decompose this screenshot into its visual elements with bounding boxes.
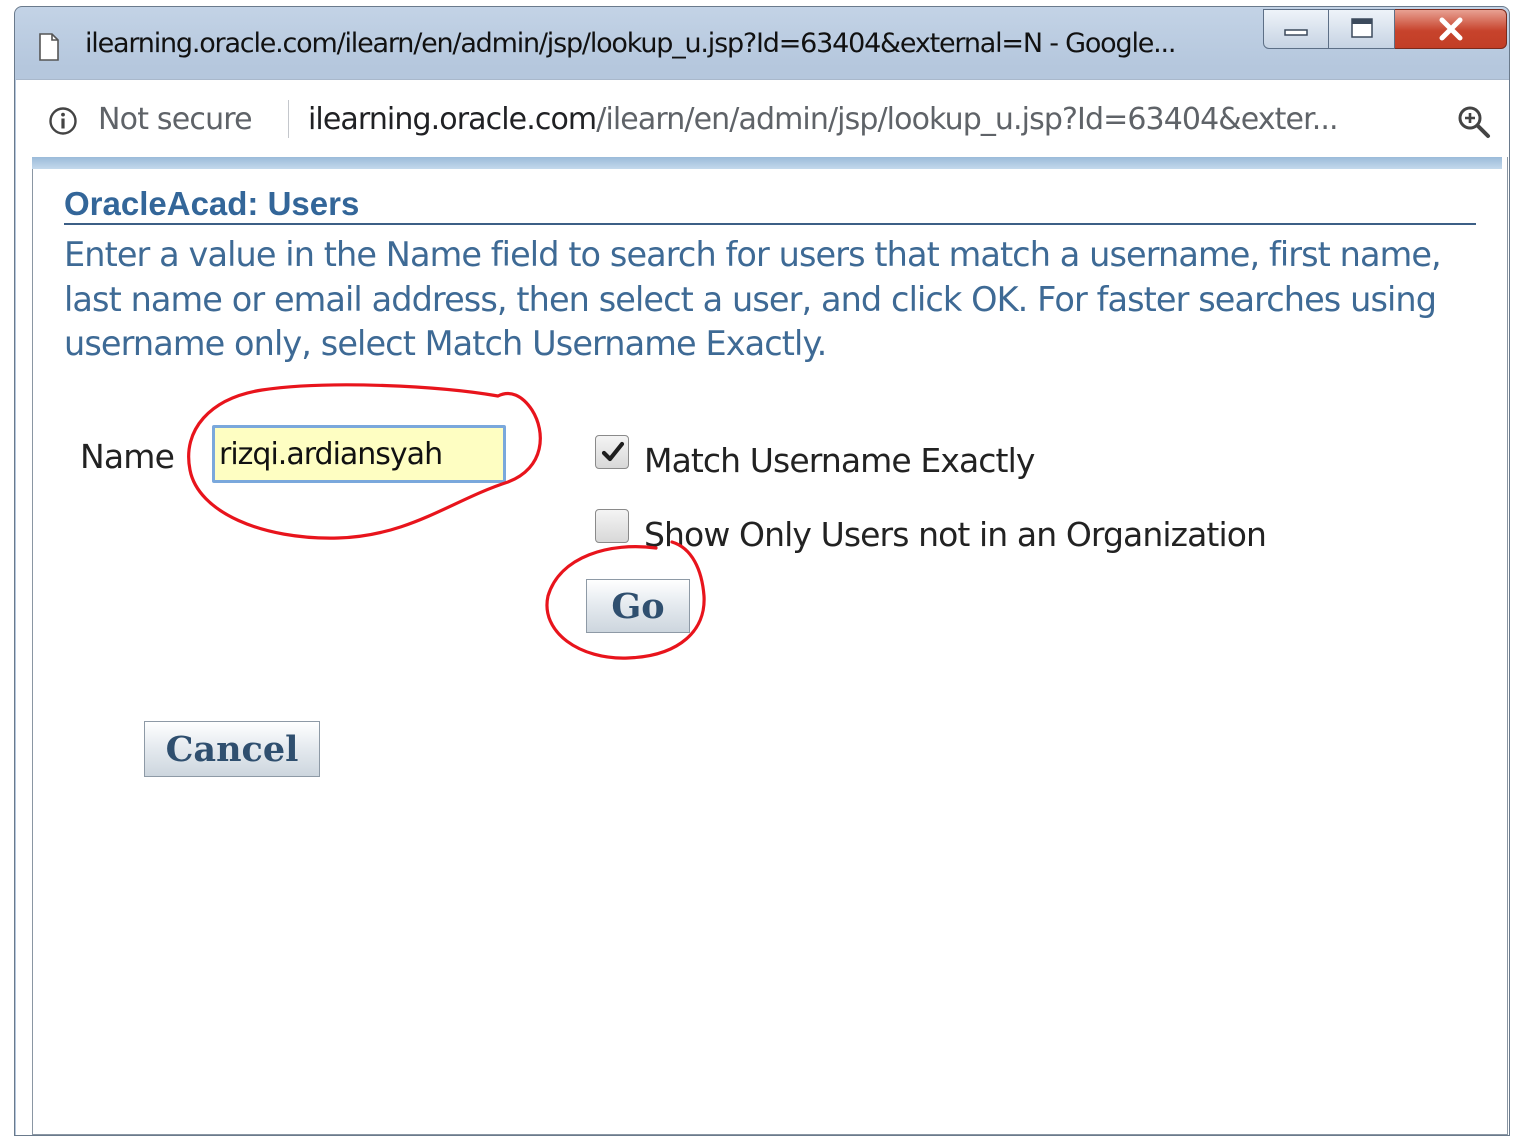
url-host: ilearning.oracle.com bbox=[308, 102, 597, 137]
close-icon bbox=[1439, 17, 1462, 41]
browser-popup-window: ilearning.oracle.com/ilearn/en/admin/jsp… bbox=[14, 6, 1510, 1136]
cancel-button[interactable]: Cancel bbox=[144, 721, 320, 777]
content-top-border bbox=[32, 157, 1502, 169]
not-in-organization-label[interactable]: Show Only Users not in an Organization bbox=[644, 515, 1267, 554]
match-username-label[interactable]: Match Username Exactly bbox=[644, 441, 1035, 480]
match-username-checkbox[interactable] bbox=[595, 435, 629, 469]
info-icon[interactable] bbox=[48, 106, 78, 136]
window-title: ilearning.oracle.com/ilearn/en/admin/jsp… bbox=[85, 28, 1177, 59]
address-separator bbox=[288, 100, 289, 138]
window-controls bbox=[1263, 9, 1507, 49]
page-title: OracleAcad: Users bbox=[64, 185, 360, 222]
name-label: Name bbox=[80, 437, 175, 476]
title-divider bbox=[64, 223, 1476, 225]
name-input[interactable] bbox=[212, 425, 506, 483]
security-status[interactable]: Not secure bbox=[98, 102, 253, 137]
close-window-button[interactable] bbox=[1395, 9, 1507, 49]
url-path: /ilearn/en/admin/jsp/lookup_u.jsp?Id=634… bbox=[596, 102, 1338, 137]
maximize-button[interactable] bbox=[1329, 9, 1395, 49]
minimize-icon bbox=[1284, 29, 1308, 36]
minimize-button[interactable] bbox=[1263, 9, 1329, 49]
zoom-icon[interactable] bbox=[1456, 104, 1492, 140]
page-document-icon bbox=[39, 33, 59, 61]
address-bar[interactable]: Not secure ilearning.oracle.com/ilearn/e… bbox=[16, 79, 1509, 157]
checkmark-icon bbox=[601, 441, 625, 462]
page-content: OracleAcad: Users Enter a value in the N… bbox=[16, 157, 1509, 1135]
url-field[interactable]: ilearning.oracle.com/ilearn/en/admin/jsp… bbox=[308, 102, 1339, 137]
instructions-text: Enter a value in the Name field to searc… bbox=[64, 235, 1442, 363]
maximize-icon bbox=[1350, 18, 1373, 38]
go-button[interactable]: Go bbox=[586, 579, 690, 633]
title-bar[interactable]: ilearning.oracle.com/ilearn/en/admin/jsp… bbox=[15, 7, 1509, 79]
not-in-organization-checkbox[interactable] bbox=[595, 509, 629, 543]
